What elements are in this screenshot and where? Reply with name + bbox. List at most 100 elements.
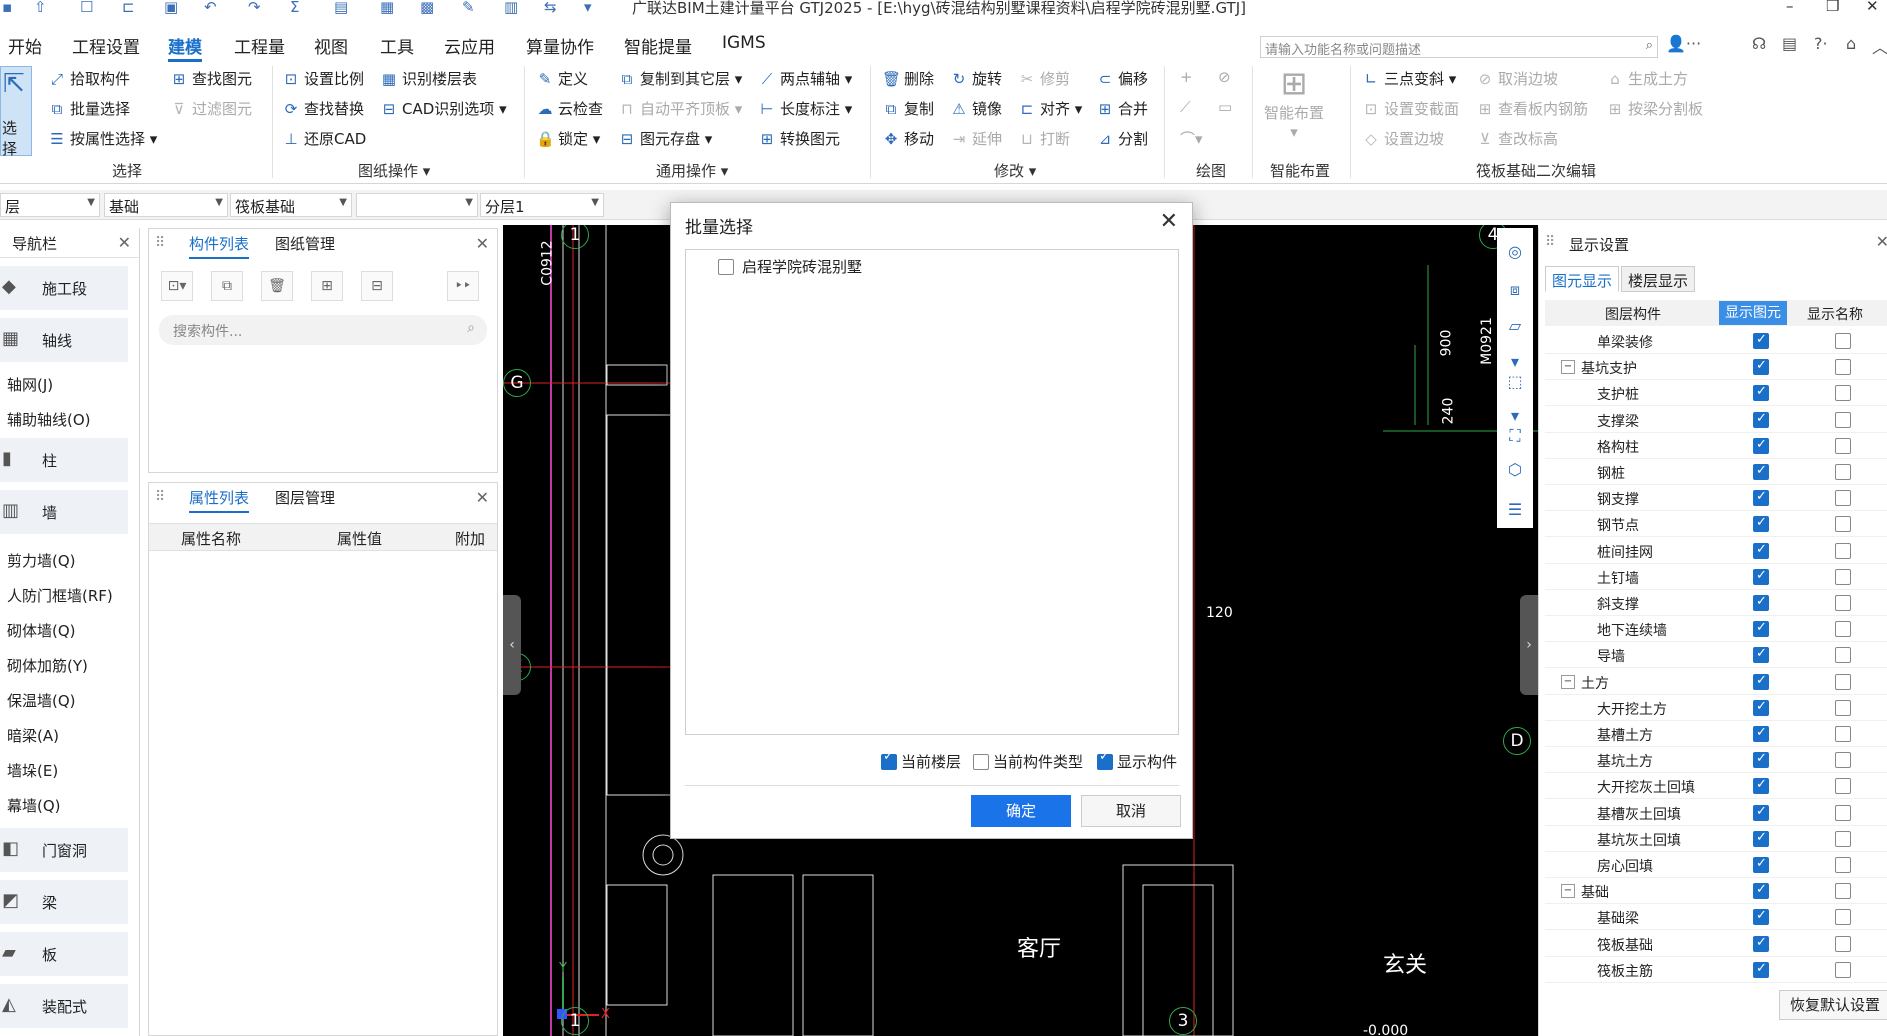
menu-modeling[interactable]: 建模 — [168, 33, 202, 62]
ok-button[interactable]: 确定 — [971, 795, 1071, 827]
nav-item-masonry-rebar[interactable]: 砌体加筋(Y) — [7, 655, 88, 676]
nav-item-pilaster[interactable]: 墙垛(E) — [7, 760, 58, 781]
close-icon[interactable]: ✕ — [1160, 209, 1178, 234]
cancel-button[interactable]: 取消 — [1081, 795, 1181, 827]
show-element-checkbox[interactable] — [1753, 358, 1769, 376]
draw-point-icon[interactable]: + — [1180, 68, 1193, 86]
customize-icon[interactable]: ▾ — [584, 0, 592, 16]
three-point-slope-button[interactable]: ∟ 三点变斜 ▾ — [1362, 68, 1457, 89]
restore-cad-button[interactable]: ⊥ 还原CAD — [282, 128, 366, 149]
menu-icon[interactable]: ▪ — [2, 0, 12, 16]
break-button[interactable]: ⊔ 打断 — [1018, 128, 1070, 149]
length-dim-button[interactable]: ⊢ 长度标注 ▾ — [758, 98, 852, 119]
isometric-icon[interactable]: ⬡ — [1503, 460, 1527, 484]
find-element-button[interactable]: ⊞ 查找图元 — [170, 68, 252, 89]
nav-cat-opening[interactable]: ◧ 门窗洞 — [0, 828, 128, 872]
copy-component-button[interactable]: ⧉ — [211, 271, 243, 301]
show-element-checkbox[interactable] — [1753, 961, 1769, 978]
copy-button[interactable]: ⧉ 复制 — [882, 98, 934, 119]
view-rebar-button[interactable]: ⊞ 查看板内钢筋 — [1476, 98, 1588, 119]
table-icon[interactable]: ▦ — [380, 0, 394, 16]
show-name-checkbox[interactable] — [1835, 568, 1851, 585]
nav-cat-slab[interactable]: ▰ 板 — [0, 932, 128, 976]
drag-handle-icon[interactable]: ⠿ — [155, 489, 165, 505]
identify-floor-table-button[interactable]: ▦ 识别楼层表 — [380, 68, 477, 89]
draw-circle-icon[interactable]: ⊘ — [1218, 68, 1231, 86]
show-element-checkbox[interactable] — [1753, 830, 1769, 847]
show-name-checkbox[interactable] — [1835, 464, 1851, 480]
tab-layer-manage[interactable]: 图层管理 — [275, 487, 335, 508]
show-element-checkbox[interactable] — [1753, 594, 1769, 611]
restore-default-button[interactable]: 恢复默认设置 — [1779, 990, 1887, 1020]
rotate-button[interactable]: ↻ 旋转 — [950, 68, 1002, 89]
show-name-checkbox[interactable] — [1835, 542, 1851, 559]
view-3d-icon[interactable]: ⧈ — [1503, 280, 1527, 304]
option-current-floor[interactable]: 当前楼层 — [881, 751, 961, 772]
nav-item-aux-axis[interactable]: 辅助轴线(O) — [7, 409, 91, 430]
more-icon[interactable]: ‣‣ — [447, 271, 479, 301]
orbit-icon[interactable]: ◎ — [1503, 242, 1527, 266]
close-icon[interactable]: ✕ — [118, 233, 131, 252]
generate-earthwork-button[interactable]: ⌂ 生成土方 — [1606, 68, 1688, 89]
show-element-checkbox[interactable] — [1753, 489, 1769, 507]
variable-section-button[interactable]: ⊡ 设置变截面 — [1362, 98, 1459, 119]
display-row[interactable]: 支护桩 — [1545, 380, 1887, 407]
display-row[interactable]: 筏板主筋 — [1545, 957, 1887, 983]
home-icon[interactable]: ⌂ — [1846, 34, 1856, 53]
display-row[interactable]: 大开挖土方 — [1545, 695, 1887, 721]
option-current-type[interactable]: 当前构件类型 — [973, 751, 1083, 772]
menu-view[interactable]: 视图 — [314, 33, 348, 58]
show-component-checkbox[interactable] — [1097, 753, 1113, 770]
show-element-checkbox[interactable] — [1753, 332, 1769, 349]
component-select[interactable]: ▼ — [356, 193, 478, 217]
pick-component-button[interactable]: ⤢ 拾取构件 — [48, 68, 130, 89]
grid-icon[interactable]: ▩ — [420, 0, 434, 16]
show-element-checkbox[interactable] — [1753, 804, 1769, 821]
offset-button[interactable]: ⊂ 偏移 — [1096, 68, 1148, 89]
show-name-checkbox[interactable] — [1835, 778, 1851, 795]
menu-project-settings[interactable]: 工程设置 — [72, 33, 140, 58]
show-name-checkbox[interactable] — [1835, 647, 1851, 664]
current-floor-checkbox[interactable] — [881, 753, 897, 770]
pen-icon[interactable]: ✎ — [462, 0, 475, 16]
show-name-checkbox[interactable] — [1835, 359, 1851, 376]
show-name-checkbox[interactable] — [1835, 909, 1851, 926]
tab-component-list[interactable]: 构件列表 — [189, 233, 250, 259]
collapse-icon[interactable]: − — [1561, 884, 1575, 899]
show-element-checkbox[interactable] — [1753, 908, 1769, 926]
tab-element-display[interactable]: 图元显示 — [1545, 266, 1620, 292]
show-element-checkbox[interactable] — [1753, 646, 1769, 664]
sublayer-select[interactable]: 分层1 ▼ — [480, 193, 604, 217]
set-slope-edge-button[interactable]: ◇ 设置边坡 — [1362, 128, 1444, 149]
show-name-checkbox[interactable] — [1835, 333, 1851, 349]
close-icon[interactable]: ✕ — [476, 488, 489, 507]
show-element-checkbox[interactable] — [1753, 384, 1769, 402]
layer-settings-icon[interactable]: ☰ — [1503, 500, 1527, 524]
show-element-checkbox[interactable] — [1753, 777, 1769, 795]
nav-cat-wall[interactable]: ▥ 墙 — [0, 490, 128, 534]
nav-cat-column[interactable]: ▮ 柱 — [0, 438, 128, 482]
show-element-checkbox[interactable] — [1753, 751, 1769, 769]
display-row[interactable]: 基坑灰土回填 — [1545, 826, 1887, 852]
headset-icon[interactable]: ☊ — [1752, 34, 1766, 53]
nav-cat-beam[interactable]: ◩ 梁 — [0, 880, 128, 924]
delete-component-button[interactable]: 🗑 — [261, 271, 293, 301]
show-element-checkbox[interactable] — [1753, 463, 1769, 480]
category-select[interactable]: 基础 ▼ — [104, 193, 228, 217]
display-row[interactable]: 基础梁 — [1545, 904, 1887, 931]
open-file-icon[interactable]: ⊏ — [122, 0, 135, 16]
cancel-slope-edge-button[interactable]: ⊘ 取消边坡 — [1476, 68, 1558, 89]
window-layout-icon[interactable]: ▤ — [1782, 34, 1797, 53]
collapse-right-handle[interactable]: › — [1520, 595, 1538, 695]
collapse-ribbon-icon[interactable]: ︿ — [1872, 34, 1887, 58]
col-show-name[interactable]: 显示名称 — [1807, 304, 1863, 324]
floor-select[interactable]: 层 ▼ — [0, 193, 100, 217]
display-row[interactable]: − 土方 — [1545, 669, 1887, 695]
display-row[interactable]: − 基础 — [1545, 878, 1887, 905]
help-icon[interactable]: ?· — [1814, 34, 1828, 53]
search-icon[interactable]: ⌕ — [1646, 38, 1653, 53]
show-name-checkbox[interactable] — [1835, 752, 1851, 769]
show-element-checkbox[interactable] — [1753, 411, 1769, 428]
display-row[interactable]: 地下连续墙 — [1545, 616, 1887, 643]
collapse-icon[interactable]: − — [1561, 360, 1575, 375]
